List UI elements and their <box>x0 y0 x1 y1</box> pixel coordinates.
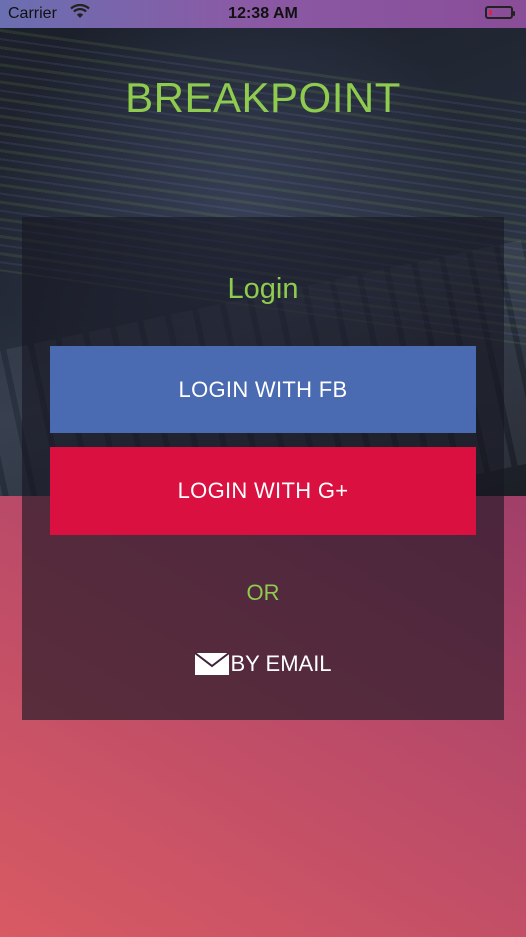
mail-icon <box>194 652 231 676</box>
status-time: 12:38 AM <box>228 5 298 22</box>
status-bar: Carrier 12:38 AM <box>0 0 526 28</box>
battery-icon <box>485 6 515 19</box>
or-divider-label: OR <box>246 580 280 605</box>
login-by-email-button[interactable]: BY EMAIL <box>22 649 504 679</box>
login-with-fb-button[interactable]: LOGIN WITH FB <box>50 346 476 433</box>
login-title: Login <box>227 273 299 305</box>
login-with-google-label: LOGIN WITH G+ <box>177 478 349 503</box>
login-with-google-button[interactable]: LOGIN WITH G+ <box>50 447 476 535</box>
login-by-email-label: BY EMAIL <box>230 651 332 676</box>
login-with-fb-label: LOGIN WITH FB <box>178 376 348 402</box>
login-card: Login LOGIN WITH FB LOGIN WITH G+ OR BY … <box>22 217 504 720</box>
app-title: BREAKPOINT <box>125 74 401 121</box>
